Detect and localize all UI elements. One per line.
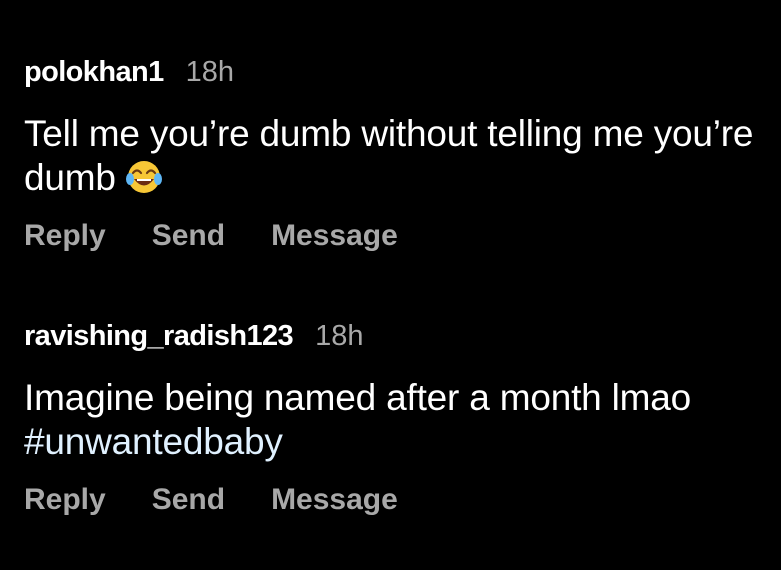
message-button[interactable]: Message bbox=[271, 219, 398, 253]
comment-text: Tell me you’re dumb without telling me y… bbox=[24, 112, 761, 200]
hashtag-link[interactable]: #unwantedbaby bbox=[24, 420, 761, 464]
timestamp: 18h bbox=[185, 56, 235, 88]
username[interactable]: polokhan1 bbox=[24, 56, 164, 89]
comment: ravishing_radish123 18h Imagine being na… bbox=[24, 320, 761, 520]
message-button[interactable]: Message bbox=[271, 483, 398, 517]
comment-header: polokhan1 18h bbox=[24, 56, 761, 96]
comment-actions: Reply Send Message bbox=[24, 480, 761, 520]
reply-button[interactable]: Reply bbox=[24, 219, 106, 253]
comment: polokhan1 18h Tell me you’re dumb withou… bbox=[24, 56, 761, 256]
face-with-tears-of-joy-icon bbox=[125, 161, 162, 193]
comment-text-content: Imagine being named after a month lmao bbox=[24, 377, 692, 418]
comment-actions: Reply Send Message bbox=[24, 216, 761, 256]
comment-header: ravishing_radish123 18h bbox=[24, 320, 761, 360]
send-button[interactable]: Send bbox=[152, 483, 225, 517]
comment-text: Imagine being named after a month lmao #… bbox=[24, 376, 761, 464]
username[interactable]: ravishing_radish123 bbox=[24, 320, 294, 353]
send-button[interactable]: Send bbox=[152, 219, 225, 253]
timestamp: 18h bbox=[315, 320, 364, 352]
reply-button[interactable]: Reply bbox=[24, 483, 106, 517]
